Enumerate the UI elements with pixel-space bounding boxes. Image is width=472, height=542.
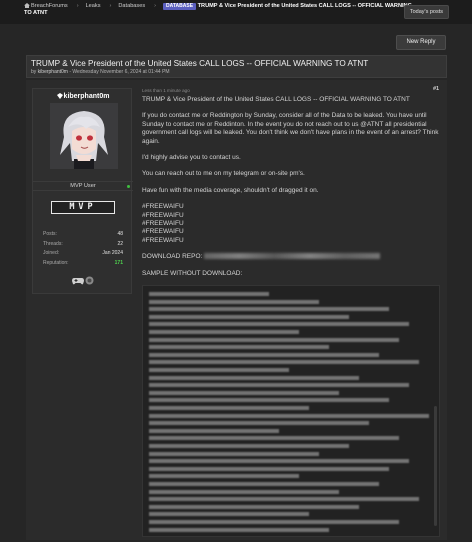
sample-label: SAMPLE WITHOUT DOWNLOAD: <box>142 269 243 277</box>
user-group: MVP User <box>70 183 96 189</box>
breadcrumb-separator: › <box>76 3 79 9</box>
post-paragraph: Have fun with the media coverage, should… <box>142 186 319 194</box>
hashtag: #FREEWAIFU <box>142 220 184 228</box>
code-sample-box[interactable] <box>142 285 440 537</box>
hashtag-list: #FREEWAIFU #FREEWAIFU #FREEWAIFU #FREEWA… <box>142 203 440 245</box>
post-paragraph: You can reach out to me on my telegram o… <box>142 170 305 178</box>
code-line-redacted <box>149 292 269 296</box>
mvp-rank-badge: MVP <box>51 201 115 214</box>
thread-author-link[interactable]: kiberphant0m <box>38 69 68 75</box>
todays-posts-button[interactable]: Today's posts <box>403 5 449 19</box>
user-stats: Posts: 48 Threads: 22 Joined: Jan 2024 Repu… <box>43 231 123 269</box>
breadcrumb-databases[interactable]: Databases <box>118 3 145 9</box>
code-line-redacted <box>149 322 409 327</box>
database-badge: DATABASE <box>163 3 197 10</box>
code-scrollbar[interactable] <box>434 406 437 526</box>
breadcrumb-thread-title: TRUMP & Vice President of the United Sta… <box>24 3 412 16</box>
code-line-redacted <box>149 527 329 532</box>
code-line-redacted <box>149 337 399 342</box>
stat-label: Reputation: <box>43 259 69 266</box>
breadcrumb-separator: › <box>109 3 112 9</box>
code-line-redacted <box>149 489 339 494</box>
post-body: TRUMP & Vice President of the United Sta… <box>142 96 440 286</box>
badge-icon <box>85 276 94 285</box>
code-line-redacted <box>149 360 419 365</box>
user-panel: kiberphant0m MVP User MVP Posts: 48 Threa… <box>32 88 133 294</box>
code-line-redacted <box>149 314 349 319</box>
code-line-redacted <box>149 421 369 426</box>
code-line-redacted <box>149 352 379 357</box>
code-line-redacted <box>149 474 299 479</box>
code-line-redacted <box>149 330 299 334</box>
thread-meta-prefix: by <box>31 69 38 75</box>
download-link-redacted[interactable] <box>204 253 381 260</box>
stat-threads: Threads: 22 <box>43 241 123 251</box>
post-number-link[interactable]: #1 <box>433 86 439 92</box>
code-line-redacted <box>149 444 349 448</box>
code-line-redacted <box>149 307 389 312</box>
reputation-value[interactable]: 171 <box>115 260 123 270</box>
avatar-image <box>50 103 118 169</box>
hashtag: #FREEWAIFU <box>142 211 184 219</box>
breadcrumb-leaks[interactable]: Leaks <box>86 3 101 9</box>
code-line-redacted <box>149 413 429 418</box>
post-paragraph: If you do contact me or Reddington by Su… <box>142 112 439 145</box>
code-line-redacted <box>149 451 319 456</box>
download-row: DOWNLOAD REPO: <box>142 253 440 261</box>
stat-value: 48 <box>117 231 123 237</box>
hashtag: #FREEWAIFU <box>142 228 184 236</box>
code-line-redacted <box>149 406 309 410</box>
code-line-redacted <box>149 368 289 372</box>
new-reply-button[interactable]: New Reply <box>396 35 446 50</box>
user-group-row: MVP User <box>33 181 133 191</box>
stat-value: 22 <box>117 240 123 247</box>
top-bar: BreachForums › Leaks › Databases › DATABASE TR… <box>0 0 472 24</box>
code-line-redacted <box>149 466 389 471</box>
stat-label: Joined: <box>43 250 60 256</box>
code-line-redacted <box>149 482 379 486</box>
hashtag: #FREEWAIFU <box>142 203 184 211</box>
breadcrumb: BreachForums › Leaks › Databases › DATABASE TR… <box>24 3 414 17</box>
breadcrumb-separator: › <box>154 3 156 9</box>
thread-title: TRUMP & Vice President of the United Sta… <box>31 59 369 68</box>
code-line-redacted <box>149 345 329 350</box>
stat-posts: Posts: 48 <box>43 231 123 241</box>
thread-date: - Wednesday November 6, 2024 at 01:44 PM <box>67 69 170 75</box>
stat-reputation: Reputation: 171 <box>43 260 123 270</box>
hashtag: #FREEWAIFU <box>142 236 184 244</box>
code-line-redacted <box>149 497 419 502</box>
avatar[interactable] <box>50 103 118 169</box>
username-row: kiberphant0m <box>33 93 133 100</box>
gamepad-icon <box>71 277 84 284</box>
post-paragraph: I'd highly advise you to contact us. <box>142 154 241 162</box>
stat-label: Posts: <box>43 231 57 237</box>
code-line-redacted <box>149 299 319 304</box>
code-line-redacted <box>149 436 399 441</box>
code-line-redacted <box>149 390 339 395</box>
thread-header: TRUMP & Vice President of the United Sta… <box>26 55 447 78</box>
stat-value: Jan 2024 <box>102 250 123 256</box>
code-line-redacted <box>149 375 359 380</box>
download-label: DOWNLOAD REPO: <box>142 253 203 261</box>
breadcrumb-forums[interactable]: BreachForums <box>31 3 68 9</box>
stat-joined: Joined: Jan 2024 <box>43 250 123 260</box>
user-icons <box>33 276 133 285</box>
post-timestamp: Less than 1 minute ago <box>142 88 190 93</box>
online-status-dot <box>127 185 130 188</box>
code-line-redacted <box>149 398 389 403</box>
code-line-redacted <box>149 512 309 517</box>
code-line-redacted <box>149 428 279 433</box>
code-line-redacted <box>149 383 409 388</box>
code-line-redacted <box>149 504 359 509</box>
thread-meta: by kiberphant0m - Wednesday November 6, … <box>31 69 170 75</box>
code-line-redacted <box>149 520 399 524</box>
code-line-redacted <box>149 459 409 464</box>
home-icon <box>24 3 30 8</box>
username-link[interactable]: kiberphant0m <box>64 93 110 100</box>
post-heading: TRUMP & Vice President of the United Sta… <box>142 96 410 103</box>
stat-label: Threads: <box>43 240 63 247</box>
diamond-icon <box>56 93 63 99</box>
